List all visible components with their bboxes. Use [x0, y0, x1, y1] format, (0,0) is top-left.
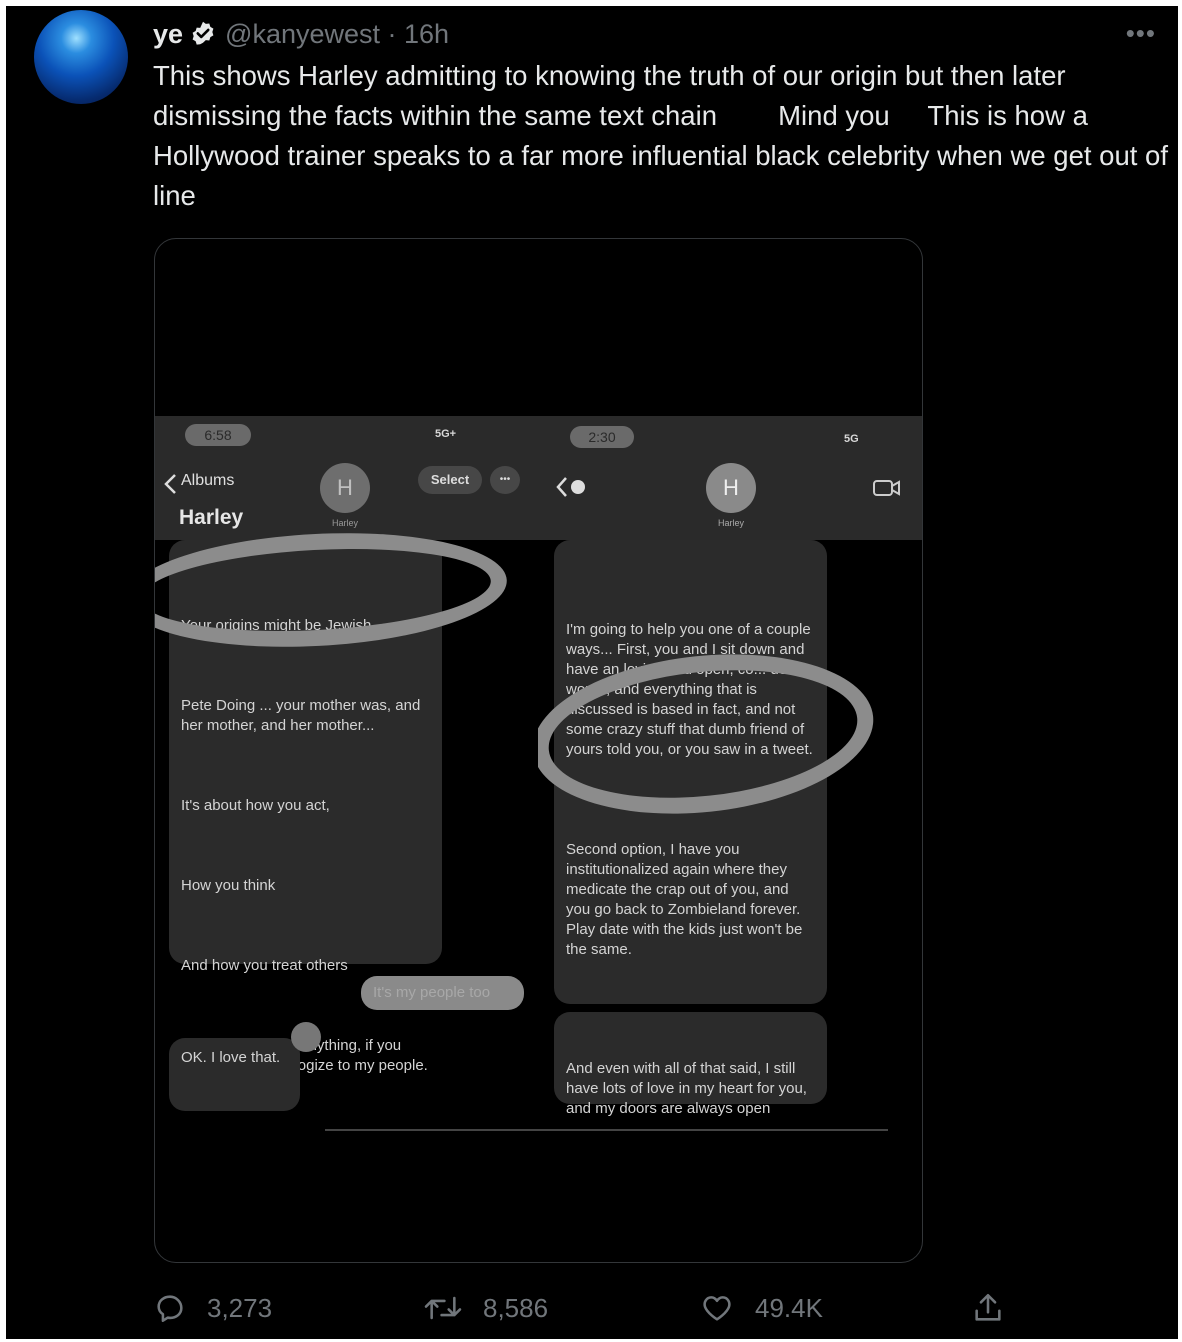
reply-action[interactable]: 3,273	[153, 1286, 272, 1330]
received-bubble-right-2: And even with all of that said, I still …	[554, 1012, 827, 1117]
like-action[interactable]: 49.4K	[699, 1286, 823, 1330]
tapback-heart-icon	[291, 1022, 321, 1052]
contact-caption-right: Harley	[717, 518, 744, 528]
status-header-left: 6:58 5G+ Albums H Harley Select ••• Harl…	[155, 416, 538, 540]
tweet-text: This shows Harley admitting to knowing t…	[153, 60, 1176, 211]
screenshot-right: 2:30 5G H Harley I'm going to help you o…	[538, 416, 922, 1151]
status-time-right: 2:30	[570, 426, 634, 448]
back-icon-right	[556, 477, 585, 497]
tweet-media[interactable]: 6:58 5G+ Albums H Harley Select ••• Harl…	[154, 238, 923, 1263]
avatar[interactable]	[34, 10, 128, 104]
signal-indicator-right: 5G	[844, 433, 859, 445]
more-icon-left: •••	[490, 466, 520, 494]
verified-badge-icon	[192, 21, 214, 45]
screenshot-left: 6:58 5G+ Albums H Harley Select ••• Harl…	[155, 416, 538, 1151]
contact-avatar-right: H	[706, 463, 756, 513]
reply-count: 3,273	[207, 1292, 273, 1323]
share-icon	[975, 1293, 1001, 1321]
share-action[interactable]	[971, 1286, 1025, 1330]
tweet-header: ye @kanyewest · 16h	[153, 14, 449, 54]
divider-left	[325, 1129, 538, 1131]
divider-right	[538, 1129, 888, 1131]
msg-love: And even with all of that said, I still …	[566, 1060, 812, 1117]
msg-second-option: Second option, I have you institutionali…	[566, 841, 807, 958]
contact-caption-left: Harley	[331, 518, 358, 528]
heart-icon	[703, 1296, 731, 1321]
status-time: 6:58	[185, 424, 251, 446]
like-count: 49.4K	[755, 1292, 823, 1323]
reply-icon	[157, 1295, 183, 1323]
retweet-action[interactable]: 8,586	[423, 1286, 548, 1330]
video-call-icon	[873, 480, 900, 496]
action-bar: 3,273 8,586 49.4K	[153, 1286, 1013, 1330]
sent-bubble: It's my people too	[361, 976, 524, 1010]
more-options-icon[interactable]: •••	[1126, 18, 1156, 49]
select-button: Select	[418, 466, 482, 494]
signal-indicator: 5G+	[435, 428, 457, 440]
tweet-frame: ye @kanyewest · 16h ••• This shows Harle…	[6, 6, 1178, 1339]
chevron-left-icon	[164, 474, 176, 494]
msg-how-you-think: How you think	[181, 877, 276, 894]
contact-title: Harley	[179, 506, 244, 529]
status-header-right: 2:30 5G H Harley	[538, 416, 922, 540]
contact-avatar-left: H	[320, 463, 370, 513]
albums-back-label: Albums	[181, 472, 235, 489]
display-name[interactable]: ye	[153, 19, 183, 50]
retweet-count: 8,586	[483, 1292, 549, 1323]
msg-pete-doing: Pete Doing ... your mother was, and her …	[181, 697, 425, 734]
msg-treat-others: And how you treat others	[181, 957, 348, 974]
handle-and-time[interactable]: @kanyewest · 16h	[225, 19, 449, 50]
retweet-icon	[424, 1296, 462, 1320]
reply-bubble: OK. I love that.	[169, 1038, 300, 1111]
msg-how-you-act: It's about how you act,	[181, 797, 330, 814]
